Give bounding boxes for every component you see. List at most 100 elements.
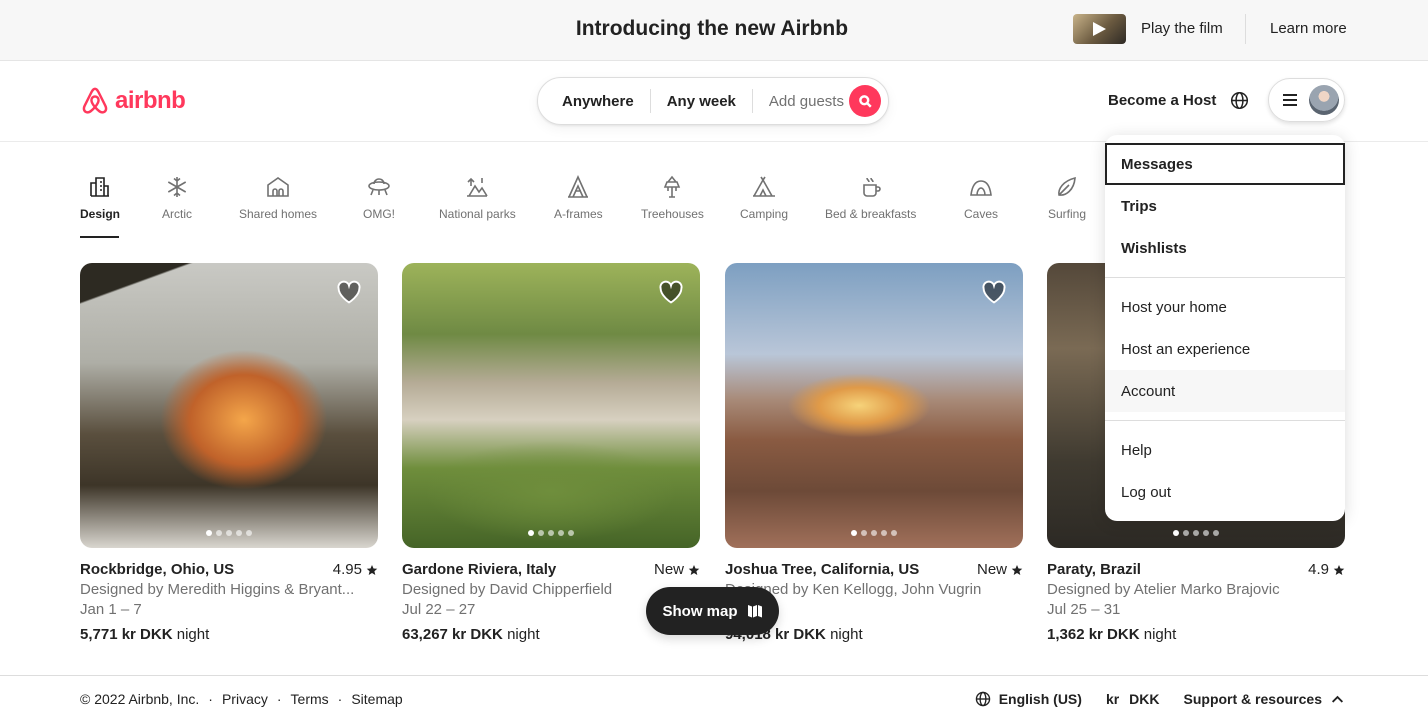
footer-separator: ·	[208, 691, 213, 707]
star-icon	[1333, 564, 1345, 575]
promo-banner: Introducing the new Airbnb Play the film…	[0, 0, 1428, 61]
search-any-week[interactable]: Any week	[651, 93, 752, 110]
category-caves[interactable]: Caves	[964, 175, 998, 221]
learn-more-link[interactable]: Learn more	[1270, 20, 1347, 37]
category-label: Camping	[740, 207, 789, 221]
national-park-icon	[467, 177, 489, 197]
star-icon	[1011, 564, 1023, 575]
listing-dates: Jul 25 – 31	[1047, 601, 1121, 618]
show-map-button[interactable]: Show map	[646, 587, 779, 635]
listing-rating: 4.95	[332, 561, 362, 578]
header: airbnb Anywhere Any week Add guests Beco…	[0, 61, 1428, 142]
language-button[interactable]	[1230, 91, 1249, 115]
design-icon	[90, 177, 109, 197]
category-bed-breakfasts[interactable]: Bed & breakfasts	[825, 175, 916, 221]
photo-dots	[402, 530, 700, 536]
listing-price: 63,267 kr DKK	[402, 626, 503, 643]
globe-icon	[975, 691, 990, 707]
footer-link-sitemap[interactable]: Sitemap	[351, 691, 402, 707]
menu-divider	[1105, 277, 1345, 278]
search-icon	[858, 94, 872, 108]
star-icon	[688, 564, 700, 575]
listing-price: 1,362 kr DKK	[1047, 626, 1140, 643]
ufo-icon	[368, 178, 390, 196]
category-label: Shared homes	[239, 207, 318, 221]
become-host-link[interactable]: Become a Host	[1108, 92, 1216, 109]
category-label: Treehouses	[641, 207, 704, 221]
category-design[interactable]: Design	[80, 175, 120, 221]
footer-link-privacy[interactable]: Privacy	[222, 691, 268, 707]
category-arctic[interactable]: Arctic	[162, 175, 192, 221]
search-button[interactable]	[849, 85, 881, 117]
menu-item-trips[interactable]: Trips	[1105, 185, 1345, 227]
currency-symbol: kr	[1105, 691, 1120, 707]
chevron-up-icon	[1331, 695, 1344, 703]
user-dropdown-menu: Messages Trips Wishlists Host your home …	[1105, 135, 1345, 521]
play-icon	[1093, 22, 1106, 36]
search-anywhere[interactable]: Anywhere	[538, 93, 650, 110]
listing-rating: 4.9	[1308, 561, 1329, 578]
heart-icon[interactable]	[658, 280, 684, 304]
menu-item-help[interactable]: Help	[1105, 429, 1345, 471]
active-category-underline	[80, 236, 119, 238]
price-unit: night	[507, 626, 540, 643]
user-menu-button[interactable]	[1268, 78, 1345, 122]
support-label: Support & resources	[1183, 691, 1322, 707]
category-treehouses[interactable]: Treehouses	[641, 175, 704, 221]
search-bar[interactable]: Anywhere Any week Add guests	[537, 77, 889, 125]
category-label: National parks	[439, 207, 516, 221]
footer-currency-button[interactable]: kr DKK	[1106, 691, 1160, 707]
category-omg[interactable]: OMG!	[363, 175, 395, 221]
footer-separator: ·	[337, 691, 343, 707]
price-unit: night	[176, 626, 210, 643]
category-camping[interactable]: Camping	[740, 175, 788, 221]
logo[interactable]: airbnb	[80, 85, 186, 117]
a-frame-icon	[568, 175, 589, 198]
category-shared-homes[interactable]: Shared homes	[239, 175, 317, 221]
listing-designer: Designed by Atelier Marko Brajovic	[1047, 581, 1280, 598]
heart-icon[interactable]	[981, 280, 1007, 304]
listing-rating: New	[653, 561, 684, 578]
listing-designer: Designed by Meredith Higgins & Bryant...	[80, 581, 355, 598]
category-label: Surfing	[1048, 207, 1087, 221]
play-film-link[interactable]: Play the film	[1141, 20, 1223, 37]
listing-card[interactable]: Joshua Tree, California, US New Designed…	[725, 263, 1023, 643]
category-national-parks[interactable]: National parks	[439, 175, 516, 221]
menu-item-host-experience[interactable]: Host an experience	[1105, 328, 1345, 370]
category-label: Caves	[964, 207, 999, 221]
menu-item-messages[interactable]: Messages	[1105, 143, 1345, 185]
snowflake-icon	[167, 177, 187, 197]
heart-icon[interactable]	[336, 280, 362, 304]
menu-item-wishlists[interactable]: Wishlists	[1105, 227, 1345, 269]
listing-location: Rockbridge, Ohio, US	[80, 561, 235, 578]
listing-rating: New	[976, 561, 1007, 578]
photo-dots	[1047, 530, 1345, 536]
camping-icon	[753, 176, 776, 197]
listing-card[interactable]: Gardone Riviera, Italy New Designed by D…	[402, 263, 700, 643]
menu-item-log-out[interactable]: Log out	[1105, 471, 1345, 513]
search-add-guests[interactable]: Add guests	[753, 93, 860, 110]
bed-breakfast-icon	[862, 177, 881, 197]
menu-item-host-home[interactable]: Host your home	[1105, 286, 1345, 328]
star-icon	[366, 564, 378, 575]
listing-photo[interactable]	[402, 263, 700, 548]
listing-location: Joshua Tree, California, US	[725, 561, 920, 578]
listing-location: Gardone Riviera, Italy	[402, 561, 557, 578]
listing-price: 5,771 kr DKK	[80, 626, 173, 643]
support-resources-button[interactable]: Support & resources	[1184, 691, 1344, 707]
listing-photo[interactable]	[80, 263, 378, 548]
category-surfing[interactable]: Surfing	[1048, 175, 1086, 221]
menu-item-account[interactable]: Account	[1105, 370, 1345, 412]
listing-card[interactable]: Rockbridge, Ohio, US 4.95 Designed by Me…	[80, 263, 378, 643]
category-a-frames[interactable]: A-frames	[554, 175, 603, 221]
copyright: © 2022 Airbnb, Inc.	[80, 691, 200, 707]
cave-icon	[970, 180, 992, 196]
film-thumbnail[interactable]	[1073, 14, 1126, 44]
photo-dots	[80, 530, 378, 536]
footer-link-terms[interactable]: Terms	[291, 691, 329, 707]
listing-photo[interactable]	[725, 263, 1023, 548]
shared-home-icon	[267, 177, 289, 197]
footer-language-button[interactable]: English (US)	[975, 691, 1082, 707]
category-label: A-frames	[554, 207, 603, 221]
footer-separator: ·	[276, 691, 282, 707]
